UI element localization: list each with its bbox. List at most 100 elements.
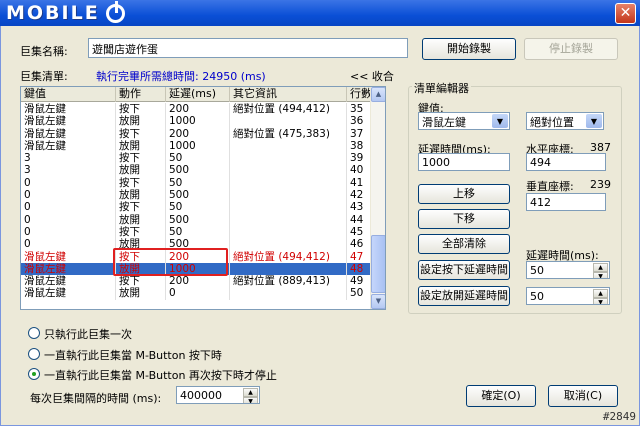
cell-delay: 50: [166, 201, 230, 214]
radio-run-while-held[interactable]: [28, 348, 40, 360]
cell-key: 3: [21, 152, 116, 165]
table-row[interactable]: 滑鼠左鍵 按下 200 絕對位置 (889,413) 49: [21, 275, 371, 288]
cell-line: 41: [350, 176, 364, 189]
press-delay-spinner[interactable]: ▲ ▼: [593, 263, 608, 278]
table-row[interactable]: 3 按下 50 39: [21, 152, 371, 165]
stop-record-button[interactable]: 停止錄製: [524, 38, 618, 60]
chevron-down-icon[interactable]: ▼: [492, 114, 508, 128]
highlight-box-timing: [113, 248, 228, 276]
table-row[interactable]: 滑鼠左鍵 放開 0 50: [21, 287, 371, 300]
title-bar[interactable]: MOBILE ✕: [0, 0, 640, 26]
cell-info: [230, 238, 347, 251]
position-select[interactable]: 絕對位置 ▼: [526, 112, 604, 130]
ok-button[interactable]: 確定(O): [466, 385, 536, 407]
list-editor-title: 清單編輯器: [412, 80, 471, 96]
delay-input[interactable]: 1000: [418, 153, 510, 171]
cell-delay: 500: [166, 189, 230, 202]
scroll-thumb[interactable]: [371, 235, 385, 293]
table-header: 鍵值 動作 延遲(ms) 其它資訊 行數: [21, 87, 371, 102]
table-row[interactable]: 0 按下 50 45: [21, 225, 371, 239]
release-delay-value: 50: [530, 290, 544, 303]
cell-key: 0: [21, 238, 116, 251]
radio-run-until-pressed[interactable]: [28, 368, 40, 380]
cell-info: [230, 115, 347, 128]
cancel-button[interactable]: 取消(C): [548, 385, 618, 407]
cell-info: 絕對位置 (494,412): [230, 250, 347, 263]
cell-delay: 1000: [166, 115, 230, 128]
table-row[interactable]: 滑鼠左鍵 按下 200 絕對位置 (475,383) 37: [21, 127, 371, 140]
table-row[interactable]: 3 放開 500 40: [21, 164, 371, 177]
key-select[interactable]: 滑鼠左鍵 ▼: [418, 112, 510, 130]
cell-action: 放開: [116, 213, 166, 226]
y-coord-input[interactable]: 412: [526, 193, 606, 211]
cell-action: 按下: [116, 225, 166, 239]
vertical-scrollbar[interactable]: ▲ ▼: [370, 87, 385, 309]
table-row[interactable]: 0 放開 500 44: [21, 213, 371, 226]
app-logo: MOBILE: [6, 2, 100, 24]
interval-spinner[interactable]: ▲ ▼: [243, 388, 258, 403]
move-up-button[interactable]: 上移: [418, 184, 510, 204]
spin-down-icon[interactable]: ▼: [593, 298, 608, 304]
cell-line: 39: [350, 152, 364, 165]
spin-up-icon[interactable]: ▲: [243, 388, 258, 397]
cell-info: [230, 164, 347, 177]
spin-up-icon[interactable]: ▲: [593, 263, 608, 272]
spin-down-icon[interactable]: ▼: [593, 272, 608, 278]
cell-key: 滑鼠左鍵: [21, 127, 116, 140]
radio-run-while-held-label[interactable]: 一直執行此巨集當 M-Button 按下時: [44, 347, 222, 363]
cell-line: 40: [350, 164, 364, 177]
interval-value: 400000: [180, 389, 222, 402]
close-button[interactable]: ✕: [615, 3, 636, 24]
cell-line: 37: [350, 127, 364, 140]
power-icon: [106, 1, 125, 23]
radio-run-until-pressed-label[interactable]: 一直執行此巨集當 M-Button 再次按下時才停止: [44, 367, 277, 383]
y-coord-label: 垂直座標:: [526, 180, 574, 193]
set-release-delay-button[interactable]: 設定放開延遲時間: [418, 286, 510, 306]
table-row[interactable]: 0 按下 50 43: [21, 201, 371, 214]
clear-all-button[interactable]: 全部清除: [418, 234, 510, 254]
cell-delay: 1000: [166, 139, 230, 153]
cell-key: 滑鼠左鍵: [21, 115, 116, 128]
cell-key: 滑鼠左鍵: [21, 103, 116, 116]
scroll-down-arrow-icon[interactable]: ▼: [371, 294, 385, 309]
radio-run-once[interactable]: [28, 327, 40, 339]
cell-key: 0: [21, 225, 116, 239]
macro-list-label: 巨集清單:: [20, 70, 68, 83]
chevron-down-icon[interactable]: ▼: [586, 114, 602, 128]
move-down-button[interactable]: 下移: [418, 209, 510, 229]
set-press-delay-button[interactable]: 設定按下延遲時間: [418, 260, 510, 280]
table-row[interactable]: 0 放開 500 42: [21, 189, 371, 202]
column-header-info[interactable]: 其它資訊: [230, 87, 347, 102]
spin-up-icon[interactable]: ▲: [593, 289, 608, 298]
cell-line: 47: [350, 250, 364, 263]
collapse-link[interactable]: << 收合: [350, 68, 394, 84]
cell-line: 43: [350, 201, 364, 214]
column-header-key[interactable]: 鍵值: [21, 87, 116, 102]
radio-run-once-label[interactable]: 只執行此巨集一次: [44, 326, 132, 342]
cell-delay: 500: [166, 213, 230, 226]
spin-down-icon[interactable]: ▼: [243, 397, 258, 403]
release-delay-input[interactable]: 50 ▲ ▼: [526, 287, 610, 305]
table-row[interactable]: 0 按下 50 41: [21, 176, 371, 190]
column-header-line[interactable]: 行數: [347, 87, 371, 102]
cell-delay: 200: [166, 275, 230, 288]
interval-input[interactable]: 400000 ▲ ▼: [176, 386, 260, 404]
cell-info: [230, 152, 347, 165]
release-delay-spinner[interactable]: ▲ ▼: [593, 289, 608, 304]
cell-action: 按下: [116, 152, 166, 165]
macro-list-table[interactable]: 鍵值 動作 延遲(ms) 其它資訊 行數 滑鼠左鍵 按下 200 絕對位置 (494,…: [20, 86, 386, 310]
cell-delay: 500: [166, 164, 230, 177]
table-row[interactable]: 滑鼠左鍵 放開 1000 38: [21, 139, 371, 153]
x-coord-input[interactable]: 494: [526, 153, 606, 171]
start-record-button[interactable]: 開始錄製: [422, 38, 516, 60]
column-header-action[interactable]: 動作: [116, 87, 166, 102]
cell-line: 46: [350, 238, 364, 251]
column-header-delay[interactable]: 延遲(ms): [166, 87, 230, 102]
cell-action: 放開: [116, 189, 166, 202]
table-row[interactable]: 滑鼠左鍵 按下 200 絕對位置 (494,412) 35: [21, 103, 371, 116]
cell-info: 絕對位置 (494,412): [230, 103, 347, 116]
macro-name-input[interactable]: 遊聞店遊作蛋: [88, 38, 408, 58]
table-row[interactable]: 滑鼠左鍵 放開 1000 36: [21, 115, 371, 128]
scroll-up-arrow-icon[interactable]: ▲: [371, 87, 385, 102]
press-delay-input[interactable]: 50 ▲ ▼: [526, 261, 610, 279]
